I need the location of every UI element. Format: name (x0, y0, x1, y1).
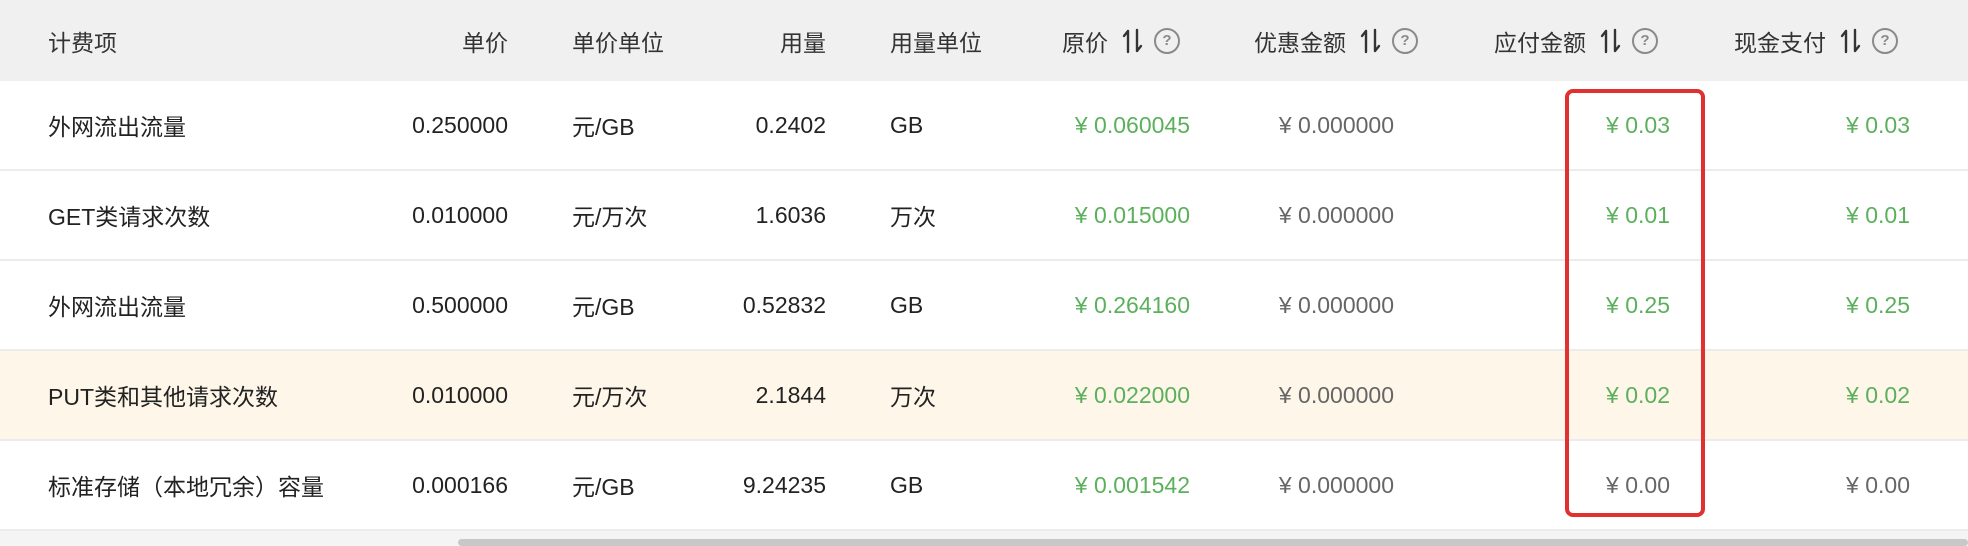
cell-unit-price: 0.500000 (412, 291, 508, 318)
sort-icon[interactable] (1122, 28, 1144, 54)
cell-cash: ¥ 0.25 (1846, 291, 1910, 318)
column-header-discount: 优惠金额 ? (1254, 0, 1444, 81)
cell-original-price: ¥ 0.060045 (1074, 111, 1190, 138)
cell-payable: ¥ 0.02 (1606, 381, 1670, 408)
payable-tools: ? (1600, 27, 1658, 54)
sort-icon[interactable] (1600, 28, 1622, 54)
table-row: GET类请求次数 0.010000 元/万次 1.6036 万次 ¥ 0.015… (0, 171, 1968, 261)
cell-item: GET类请求次数 (48, 204, 211, 230)
cell-usage-unit: 万次 (890, 204, 936, 230)
help-icon[interactable]: ? (1872, 27, 1898, 54)
original-price-tools: ? (1122, 27, 1180, 54)
cell-cash: ¥ 0.02 (1846, 381, 1910, 408)
help-icon[interactable]: ? (1392, 27, 1418, 54)
cell-discount: ¥ 0.000000 (1278, 381, 1394, 408)
cell-item: PUT类和其他请求次数 (48, 384, 278, 410)
cell-unit-price: 0.250000 (412, 111, 508, 138)
table-row: 外网流出流量 0.500000 元/GB 0.52832 GB ¥ 0.2641… (0, 261, 1968, 351)
cell-discount: ¥ 0.000000 (1278, 111, 1394, 138)
cell-item: 标准存储（本地冗余）容量 (48, 474, 324, 500)
cell-usage-unit: 万次 (890, 384, 936, 410)
cell-discount: ¥ 0.000000 (1278, 201, 1394, 228)
cell-cash: ¥ 0.00 (1846, 471, 1910, 498)
cell-unit-price: 0.000166 (412, 471, 508, 498)
cell-unit-price: 0.010000 (412, 381, 508, 408)
sort-icon[interactable] (1840, 28, 1862, 54)
column-header-unit-price: 单价 (360, 0, 508, 81)
cell-discount: ¥ 0.000000 (1278, 471, 1394, 498)
column-header-cash: 现金支付 ? (1734, 0, 1934, 81)
cell-usage-unit: GB (890, 291, 924, 318)
cell-cash: ¥ 0.03 (1846, 111, 1910, 138)
cell-discount: ¥ 0.000000 (1278, 291, 1394, 318)
discount-tools: ? (1360, 27, 1418, 54)
horizontal-scrollbar-thumb[interactable] (458, 539, 1968, 546)
cell-payable: ¥ 0.00 (1606, 471, 1670, 498)
table-row: PUT类和其他请求次数 0.010000 元/万次 2.1844 万次 ¥ 0.… (0, 351, 1968, 441)
column-header-usage: 用量 (700, 0, 826, 81)
cell-original-price: ¥ 0.264160 (1074, 291, 1190, 318)
cell-item: 外网流出流量 (48, 114, 186, 140)
cell-original-price: ¥ 0.022000 (1074, 381, 1190, 408)
column-header-payable-label: 应付金额 (1494, 29, 1586, 56)
column-header-cash-label: 现金支付 (1734, 29, 1826, 56)
billing-detail-table: 计费项 单价 单价单位 用量 用量单位 原价 ? 优惠金额 ? 应付金额 ? 现… (0, 0, 1968, 546)
table-header: 计费项 单价 单价单位 用量 用量单位 原价 ? 优惠金额 ? 应付金额 ? 现… (0, 0, 1968, 81)
cash-tools: ? (1840, 27, 1898, 54)
column-header-item: 计费项 (48, 0, 248, 81)
cell-usage: 9.24235 (742, 471, 826, 498)
cell-usage: 1.6036 (755, 201, 826, 228)
cell-usage-unit: GB (890, 471, 924, 498)
column-header-usage-label: 用量 (780, 29, 826, 56)
sort-icon[interactable] (1360, 28, 1382, 54)
cell-cash: ¥ 0.01 (1846, 201, 1910, 228)
help-icon[interactable]: ? (1154, 27, 1180, 54)
cell-usage-unit: GB (890, 111, 924, 138)
column-header-item-label: 计费项 (48, 29, 117, 56)
table-row: 外网流出流量 0.250000 元/GB 0.2402 GB ¥ 0.06004… (0, 81, 1968, 171)
column-header-usage-unit-label: 用量单位 (890, 29, 982, 56)
cell-usage: 2.1844 (755, 381, 826, 408)
column-header-unit-price-unit-label: 单价单位 (572, 29, 664, 56)
cell-payable: ¥ 0.25 (1606, 291, 1670, 318)
cell-unit-price: 0.010000 (412, 201, 508, 228)
column-header-discount-label: 优惠金额 (1254, 29, 1346, 56)
cell-payable: ¥ 0.03 (1606, 111, 1670, 138)
column-header-original-price-label: 原价 (1062, 29, 1108, 56)
cell-payable: ¥ 0.01 (1606, 201, 1670, 228)
column-header-payable: 应付金额 ? (1494, 0, 1684, 81)
table-row: 标准存储（本地冗余）容量 0.000166 元/GB 9.24235 GB ¥ … (0, 441, 1968, 531)
cell-usage: 0.2402 (755, 111, 826, 138)
column-header-usage-unit: 用量单位 (890, 0, 1030, 81)
column-header-unit-price-label: 单价 (462, 29, 508, 56)
column-header-original-price: 原价 ? (1062, 0, 1222, 81)
cell-item: 外网流出流量 (48, 294, 186, 320)
cell-original-price: ¥ 0.001542 (1074, 471, 1190, 498)
help-icon[interactable]: ? (1632, 27, 1658, 54)
cell-original-price: ¥ 0.015000 (1074, 201, 1190, 228)
cell-usage: 0.52832 (742, 291, 826, 318)
